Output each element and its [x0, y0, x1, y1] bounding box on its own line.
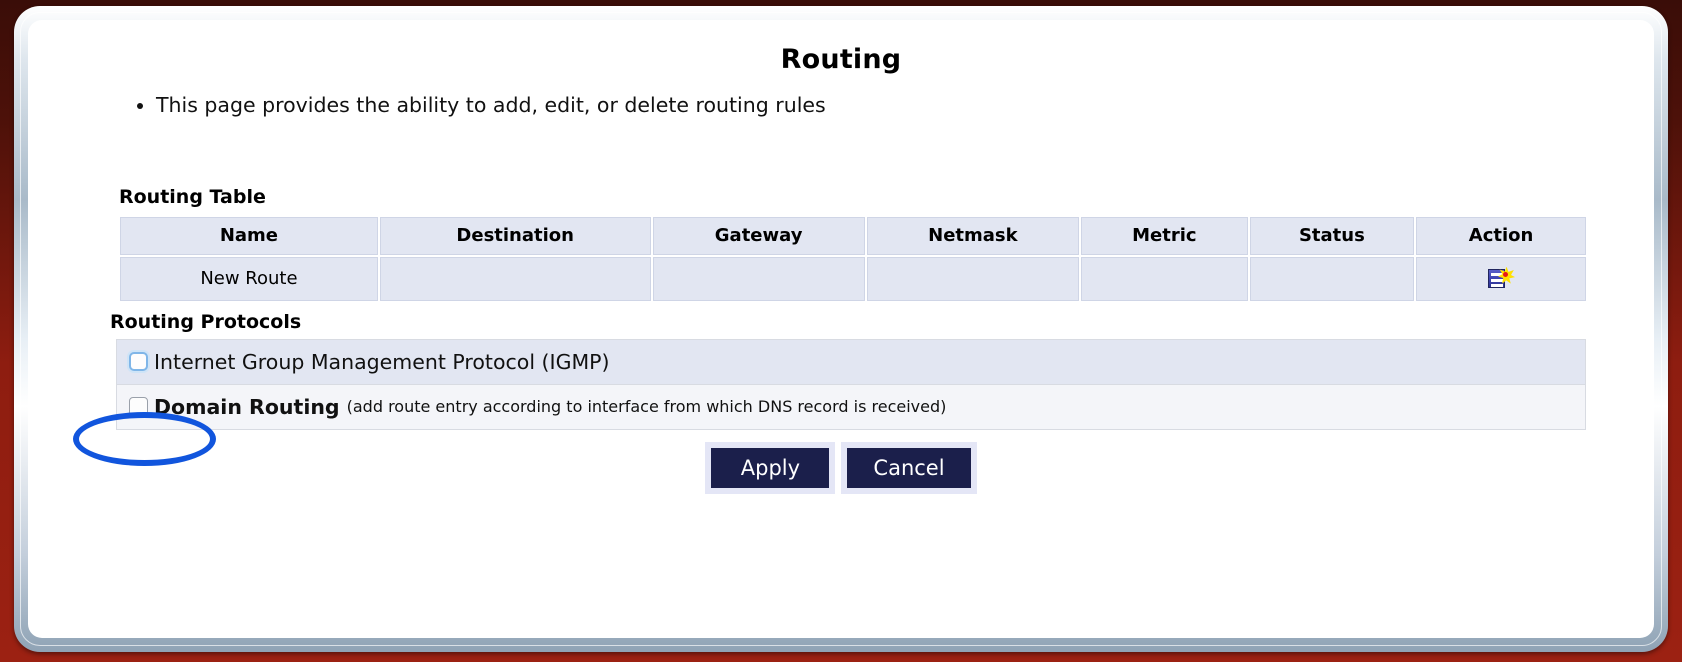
column-header-gateway: Gateway [652, 216, 865, 255]
intro-bullet-list: This page provides the ability to add, e… [28, 93, 1654, 119]
page-surface: Routing This page provides the ability t… [28, 20, 1654, 638]
page-title: Routing [780, 44, 902, 75]
column-header-action: Action [1416, 216, 1586, 255]
domain-routing-checkbox[interactable] [129, 397, 148, 417]
route-netmask-cell [866, 256, 1080, 301]
route-action-cell[interactable] [1416, 256, 1586, 301]
igmp-checkbox[interactable] [129, 352, 148, 372]
table-header-row: Name Destination Gateway Netmask Metric … [120, 216, 1586, 255]
routing-protocols-label: Routing Protocols [110, 310, 302, 333]
cancel-button[interactable]: Cancel [841, 441, 977, 494]
domain-routing-label: Domain Routing [154, 394, 340, 419]
column-header-name: Name [120, 216, 378, 255]
button-bar: Apply Cancel [28, 441, 1654, 494]
column-header-netmask: Netmask [866, 216, 1080, 255]
protocol-row-igmp[interactable]: Internet Group Management Protocol (IGMP… [117, 338, 1585, 384]
route-metric-cell [1081, 256, 1248, 301]
column-header-destination: Destination [379, 216, 651, 255]
intro-bullet-item: This page provides the ability to add, e… [156, 93, 1654, 119]
route-status-cell [1249, 256, 1415, 301]
apply-button[interactable]: Apply [705, 441, 836, 494]
table-row: New Route [120, 256, 1586, 301]
add-new-route-icon[interactable] [1488, 266, 1516, 291]
protocol-row-domain-routing[interactable]: Domain Routing (add route entry accordin… [117, 383, 1585, 429]
routing-table: Name Destination Gateway Netmask Metric … [118, 215, 1588, 303]
route-name-link[interactable]: New Route [120, 256, 378, 301]
route-gateway-cell [652, 256, 865, 301]
routing-table-label: Routing Table [119, 185, 266, 208]
column-header-metric: Metric [1081, 216, 1248, 255]
igmp-label: Internet Group Management Protocol (IGMP… [154, 349, 610, 374]
route-destination-cell [379, 256, 651, 301]
domain-routing-hint: (add route entry according to interface … [346, 397, 947, 417]
column-header-status: Status [1249, 216, 1415, 255]
routing-protocols-list: Internet Group Management Protocol (IGMP… [116, 338, 1586, 430]
browser-window: Routing This page provides the ability t… [14, 6, 1668, 652]
